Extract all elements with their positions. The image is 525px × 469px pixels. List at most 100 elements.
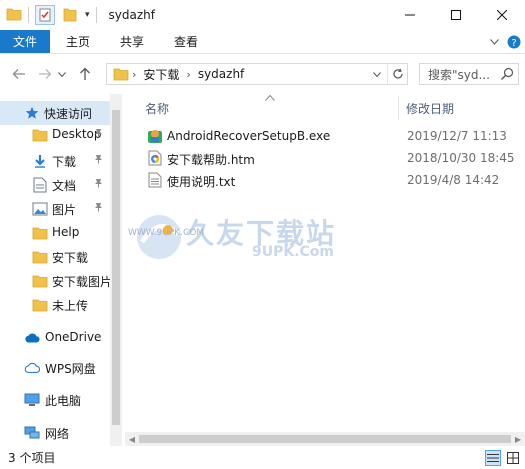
- recent-locations-button[interactable]: [56, 63, 68, 85]
- sort-ascending-icon: [265, 90, 275, 104]
- sidebar-item-label: WPS网盘: [45, 362, 96, 376]
- file-row[interactable]: AndroidRecoverSetupB.exe 2019/12/7 11:13: [143, 125, 523, 147]
- sidebar-item[interactable]: 图片: [0, 197, 110, 221]
- search-icon: [501, 67, 514, 80]
- sidebar-item[interactable]: 下载: [0, 149, 110, 173]
- sidebar-item-label: 网络: [45, 427, 70, 441]
- sidebar-scrollbar[interactable]: [110, 94, 122, 446]
- search-input[interactable]: 搜索"syd...: [419, 63, 519, 85]
- file-modified-date: 2019/4/8 14:42: [407, 173, 500, 187]
- expand-ribbon-button[interactable]: [485, 39, 503, 45]
- large-icons-view-button[interactable]: [505, 450, 521, 466]
- chevron-down-icon: [489, 39, 499, 45]
- title-bar: ▾ sydazhf: [0, 0, 525, 30]
- up-button[interactable]: [74, 63, 96, 85]
- scroll-right-icon[interactable]: ▶: [511, 432, 525, 446]
- sidebar-item-label: 此电脑: [45, 394, 82, 408]
- help-icon: ?: [507, 35, 521, 49]
- sidebar-item[interactable]: 文档: [0, 173, 110, 197]
- refresh-icon: [392, 68, 403, 79]
- column-divider[interactable]: [398, 96, 399, 120]
- sidebar-item[interactable]: 未上传: [0, 293, 110, 317]
- sidebar-item-label: 未上传: [52, 299, 89, 313]
- sidebar-item[interactable]: Desktop: [0, 123, 110, 147]
- new-folder-icon[interactable]: [63, 6, 77, 25]
- pin-icon[interactable]: [94, 128, 103, 141]
- column-header-name[interactable]: 名称: [145, 100, 169, 117]
- sidebar-item-label: 安下载图片: [52, 275, 110, 289]
- minimize-button[interactable]: [387, 0, 433, 30]
- view-switcher: [481, 450, 521, 466]
- download-arrow-icon: [32, 153, 48, 169]
- scroll-left-icon[interactable]: ◀: [125, 432, 139, 446]
- watermark-url: WWW.9UPK.COM: [128, 228, 205, 238]
- sidebar-item[interactable]: 网络: [0, 421, 110, 445]
- chevron-right-icon[interactable]: ›: [132, 68, 136, 81]
- maximize-button[interactable]: [433, 0, 479, 30]
- svg-text:?: ?: [511, 38, 516, 49]
- file-list: 名称 修改日期 AndroidRecoverSetupB.exe 2019/12/…: [125, 94, 525, 446]
- file-row[interactable]: 安下载帮助.htm 2018/10/30 18:45: [143, 147, 523, 169]
- refresh-button[interactable]: [387, 64, 407, 84]
- cloud-icon: [24, 330, 40, 346]
- ribbon-right-controls: ?: [485, 30, 525, 54]
- folder-icon: [32, 225, 48, 241]
- forward-button[interactable]: [34, 63, 56, 85]
- sidebar-item[interactable]: 此电脑: [0, 388, 110, 412]
- watermark: 久友下载站 WWW.9UPK.COM 9UPK.Com: [128, 212, 358, 262]
- close-button[interactable]: [479, 0, 525, 30]
- details-view-icon: [487, 454, 499, 462]
- breadcrumb-item-current[interactable]: sydazhf: [198, 67, 244, 81]
- tab-view[interactable]: 查看: [158, 30, 214, 53]
- window-controls: [387, 0, 525, 30]
- network-icon: [24, 425, 40, 441]
- window-title: sydazhf: [108, 8, 155, 22]
- pin-icon[interactable]: [94, 154, 103, 167]
- maximize-icon: [451, 10, 461, 20]
- file-name: 安下载帮助.htm: [167, 153, 255, 167]
- arrow-up-icon: [80, 67, 90, 80]
- item-count: 3 个项目: [8, 451, 56, 465]
- folder-icon: [32, 297, 48, 313]
- tab-share[interactable]: 共享: [106, 30, 158, 53]
- properties-icon[interactable]: [35, 5, 55, 25]
- back-button[interactable]: [8, 63, 30, 85]
- address-bar[interactable]: › 安下载 › sydazhf: [106, 63, 408, 85]
- sidebar-item[interactable]: OneDrive: [0, 326, 110, 350]
- file-list-horizontal-scrollbar[interactable]: ◀ ▶: [125, 432, 525, 446]
- picture-icon: [32, 201, 48, 217]
- details-view-button[interactable]: [485, 450, 501, 466]
- sidebar-item-label: 下载: [52, 155, 77, 169]
- chevron-down-icon: [373, 71, 381, 77]
- customize-toolbar-icon[interactable]: ▾: [85, 10, 90, 20]
- help-button[interactable]: ?: [503, 35, 525, 49]
- sidebar-item[interactable]: 快速访问: [0, 101, 110, 125]
- quick-access-toolbar: ▾: [6, 0, 90, 30]
- sidebar-item[interactable]: 安下载图片: [0, 269, 110, 293]
- tab-home[interactable]: 主页: [50, 30, 106, 53]
- horizontal-scrollbar-thumb[interactable]: [139, 435, 511, 443]
- sidebar-scrollbar-thumb[interactable]: [112, 110, 120, 425]
- sidebar-item-label: OneDrive: [45, 330, 102, 344]
- file-row[interactable]: 使用说明.txt 2019/4/8 14:42: [143, 169, 523, 191]
- file-name: 使用说明.txt: [167, 175, 236, 189]
- search-placeholder: 搜索"syd...: [428, 67, 490, 82]
- chevron-right-icon[interactable]: ›: [186, 68, 190, 81]
- address-dropdown-button[interactable]: [369, 64, 385, 84]
- breadcrumb-item[interactable]: 安下载: [143, 66, 179, 83]
- sidebar-item[interactable]: 安下载: [0, 245, 110, 269]
- file-modified-date: 2019/12/7 11:13: [407, 129, 507, 143]
- pin-icon[interactable]: [94, 202, 103, 215]
- sidebar-item-label: Help: [52, 225, 80, 239]
- navigation-pane: 快速访问 Desktop 下载文档 图片 Help 安下载安下载图片未上传 OneDrive…: [0, 94, 110, 446]
- sidebar-item[interactable]: WPS网盘: [0, 356, 110, 380]
- pin-icon[interactable]: [94, 178, 103, 191]
- arrow-left-icon: [12, 69, 25, 79]
- tab-file[interactable]: 文件: [0, 30, 50, 53]
- sidebar-item-label: 快速访问: [44, 107, 93, 121]
- file-modified-date: 2018/10/30 18:45: [407, 151, 515, 165]
- text-file-icon: [147, 172, 163, 188]
- sidebar-item[interactable]: Help: [0, 221, 110, 245]
- star-icon: [24, 105, 40, 121]
- column-header-modified[interactable]: 修改日期: [406, 100, 454, 117]
